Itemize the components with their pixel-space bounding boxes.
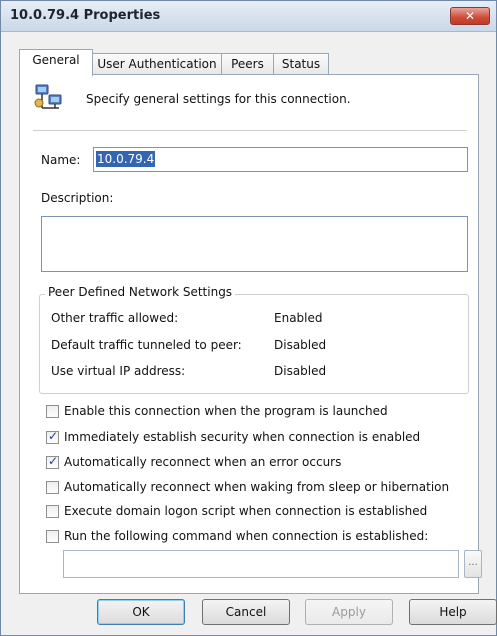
checkbox-label: Automatically reconnect when an error oc… [64, 455, 342, 469]
other-traffic-label: Other traffic allowed: [51, 311, 179, 325]
properties-dialog: 10.0.79.4 Properties ✕ General User Auth… [0, 0, 497, 636]
description-label: Description: [41, 191, 114, 205]
ok-button[interactable]: OK [97, 599, 185, 625]
checkbox-label: Enable this connection when the program … [64, 404, 388, 418]
title-bar[interactable]: 10.0.79.4 Properties ✕ [1, 1, 496, 32]
checkbox-label: Automatically reconnect when waking from… [64, 480, 450, 494]
checkbox[interactable] [46, 481, 59, 494]
other-traffic-value: Enabled [274, 311, 323, 325]
help-button[interactable]: Help [409, 599, 497, 625]
tab-status[interactable]: Status [273, 53, 329, 75]
tab-general[interactable]: General [19, 49, 93, 76]
window-title: 10.0.79.4 Properties [10, 8, 161, 23]
header-divider [33, 130, 467, 131]
name-field-value: 10.0.79.4 [96, 151, 156, 167]
close-icon: ✕ [464, 9, 476, 23]
default-traffic-label: Default traffic tunneled to peer: [51, 338, 242, 352]
cancel-button[interactable]: Cancel [202, 599, 290, 625]
close-button[interactable]: ✕ [450, 7, 490, 25]
checkbox-label: Run the following command when connectio… [64, 529, 429, 543]
checkbox[interactable] [46, 454, 59, 469]
checkbox-label: Execute domain logon script when connect… [64, 504, 428, 518]
virtual-ip-value: Disabled [274, 364, 327, 378]
checkbox-label: Immediately establish security when conn… [64, 430, 421, 444]
tab-peers[interactable]: Peers [221, 53, 274, 75]
network-connection-icon [33, 83, 63, 113]
apply-button[interactable]: Apply [305, 599, 393, 625]
virtual-ip-label: Use virtual IP address: [51, 364, 186, 378]
checkbox[interactable] [46, 505, 59, 518]
description-field[interactable] [41, 216, 468, 272]
browse-button[interactable]: ... [464, 550, 482, 578]
header-description: Specify general settings for this connec… [86, 92, 351, 106]
name-label: Name: [41, 153, 81, 167]
name-field[interactable]: 10.0.79.4 [93, 147, 468, 172]
default-traffic-value: Disabled [274, 338, 327, 352]
checkbox[interactable] [46, 429, 59, 444]
checkbox[interactable] [46, 530, 59, 543]
tab-user-authentication[interactable]: User Authentication [92, 53, 222, 75]
command-field[interactable] [63, 550, 459, 578]
peer-settings-title: Peer Defined Network Settings [45, 285, 236, 299]
checkbox[interactable] [46, 405, 59, 418]
